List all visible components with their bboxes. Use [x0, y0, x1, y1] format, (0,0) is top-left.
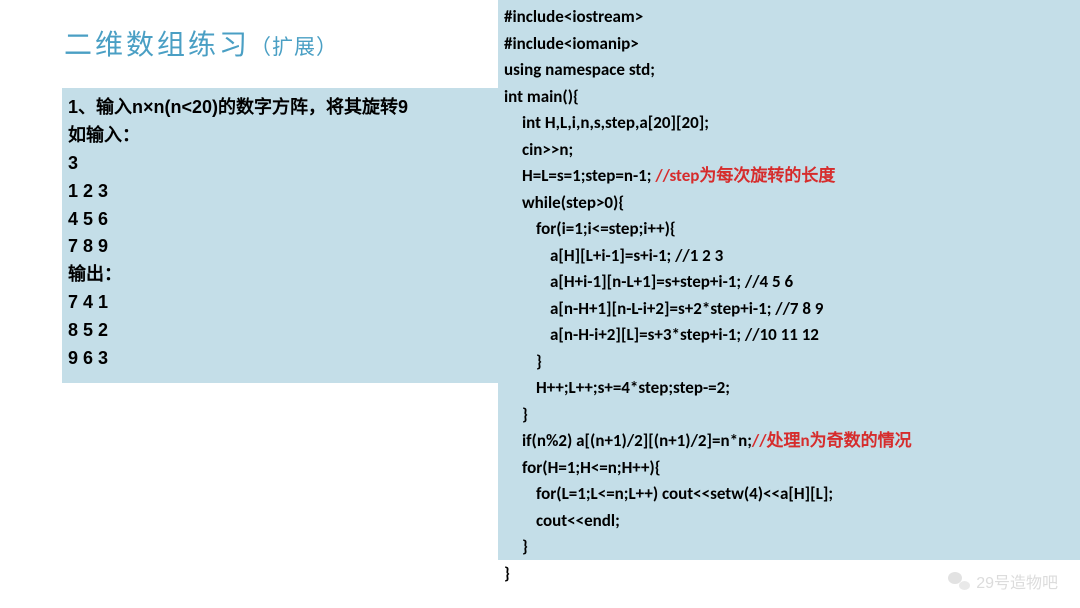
slide-title: 二维数组练习（扩展） — [64, 23, 338, 63]
code-comment: //处理n为奇数的情况 — [752, 430, 912, 451]
code-line: using namespace std; — [504, 57, 1074, 84]
problem-line: 如输入： — [68, 122, 494, 150]
code-line: } — [504, 402, 1074, 429]
problem-line: 1 2 3 — [68, 178, 494, 206]
code-line: int main(){ — [504, 84, 1074, 111]
code-line: cout<<endl; — [504, 508, 1074, 535]
problem-line: 9 6 3 — [68, 345, 494, 373]
code-line: while(step>0){ — [504, 190, 1074, 217]
problem-line: 7 4 1 — [68, 289, 494, 317]
code-line: for(L=1;L<=n;L++) cout<<setw(4)<<a[H][L]… — [504, 481, 1074, 508]
code-line: if(n%2) a[(n+1)/2][(n+1)/2]=n*n;//处理n为奇数… — [504, 428, 1074, 455]
problem-line: 4 5 6 — [68, 206, 494, 234]
watermark: 29号造物吧 — [948, 569, 1058, 593]
code-text: H=L=s=1;step=n-1; — [522, 165, 655, 186]
code-line: H++;L++;s+=4*step;step-=2; — [504, 375, 1074, 402]
code-line: H=L=s=1;step=n-1; //step为每次旋转的长度 — [504, 163, 1074, 190]
code-line: #include<iomanip> — [504, 31, 1074, 58]
code-box: #include<iostream> #include<iomanip> usi… — [498, 0, 1080, 560]
code-line: for(H=1;H<=n;H++){ — [504, 455, 1074, 482]
code-text: if(n%2) a[(n+1)/2][(n+1)/2]=n*n; — [522, 430, 752, 451]
title-sub: （扩展） — [250, 36, 338, 59]
problem-line: 3 — [68, 150, 494, 178]
code-line: cin>>n; — [504, 137, 1074, 164]
code-line: } — [504, 534, 1074, 561]
code-line: int H,L,i,n,s,step,a[20][20]; — [504, 110, 1074, 137]
wechat-icon — [948, 570, 970, 592]
code-line: a[H+i-1][n-L+1]=s+step+i-1; //4 5 6 — [504, 269, 1074, 296]
code-comment: //step为每次旋转的长度 — [655, 165, 835, 186]
code-line: a[n-H-i+2][L]=s+3*step+i-1; //10 11 12 — [504, 322, 1074, 349]
problem-line: 输出： — [68, 261, 494, 289]
code-line: #include<iostream> — [504, 4, 1074, 31]
problem-line: 1、输入n×n(n<20)的数字方阵，将其旋转9 — [68, 94, 494, 122]
code-line: } — [504, 349, 1074, 376]
title-main: 二维数组练习 — [64, 29, 250, 60]
code-line: a[H][L+i-1]=s+i-1; //1 2 3 — [504, 243, 1074, 270]
problem-line: 7 8 9 — [68, 233, 494, 261]
code-line: a[n-H+1][n-L-i+2]=s+2*step+i-1; //7 8 9 — [504, 296, 1074, 323]
code-line: for(i=1;i<=step;i++){ — [504, 216, 1074, 243]
watermark-text: 29号造物吧 — [976, 569, 1058, 593]
problem-line: 8 5 2 — [68, 317, 494, 345]
problem-box: 1、输入n×n(n<20)的数字方阵，将其旋转9 如输入： 3 1 2 3 4 … — [62, 88, 500, 383]
